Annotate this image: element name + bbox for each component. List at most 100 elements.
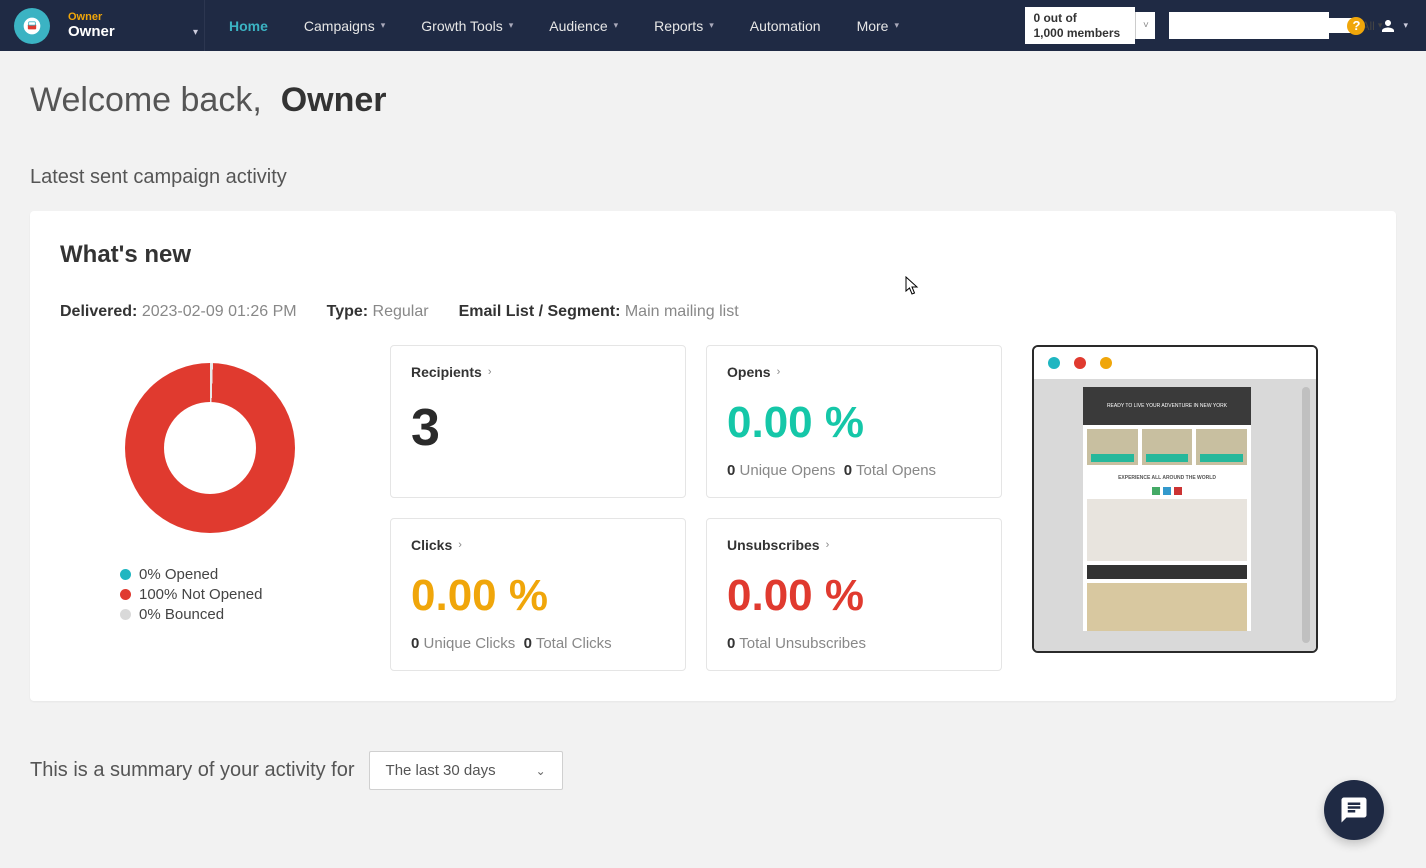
metric-label: Unsubscribes bbox=[727, 537, 820, 553]
preview-image-block bbox=[1087, 499, 1247, 561]
preview-titlebar bbox=[1034, 347, 1316, 379]
nav-label: Campaigns bbox=[304, 18, 375, 34]
legend-opened: 0% Opened bbox=[120, 566, 262, 583]
type-value: Regular bbox=[373, 303, 429, 320]
open-rate-chart: 0% Opened 100% Not Opened 0% Bounced bbox=[60, 345, 360, 626]
members-quota[interactable]: 0 out of 1,000 members bbox=[1025, 7, 1135, 44]
txt: Unique Clicks bbox=[424, 635, 516, 652]
chart-legend: 0% Opened 100% Not Opened 0% Bounced bbox=[60, 563, 262, 626]
swatch-teal bbox=[120, 569, 131, 580]
members-dropdown[interactable]: ˅ bbox=[1135, 12, 1155, 39]
swatch-grey bbox=[120, 609, 131, 620]
chevron-right-icon: › bbox=[458, 539, 462, 551]
account-switcher[interactable]: Owner Owner ▾ bbox=[68, 11, 198, 40]
chevron-down-icon: ▾ bbox=[709, 20, 714, 31]
nav-label: More bbox=[857, 18, 889, 34]
latest-activity-title: Latest sent campaign activity bbox=[30, 166, 1396, 189]
nav-more[interactable]: More ▾ bbox=[839, 0, 917, 51]
help-button[interactable]: ? bbox=[1347, 17, 1365, 35]
whats-new-title: What's new bbox=[60, 241, 1366, 269]
metric-label: Clicks bbox=[411, 537, 452, 553]
window-dot-teal bbox=[1048, 357, 1060, 369]
search-box[interactable]: All▾ bbox=[1169, 12, 1329, 39]
list-label: Email List / Segment: bbox=[459, 303, 621, 320]
nav-audience[interactable]: Audience▾ bbox=[531, 0, 636, 51]
summary-text: This is a summary of your activity for bbox=[30, 759, 355, 782]
preview-hero: READY TO LIVE YOUR ADVENTURE IN NEW YORK bbox=[1083, 387, 1251, 425]
txt: Unique Opens bbox=[740, 462, 836, 479]
legend-label: 0% Bounced bbox=[139, 606, 224, 623]
preview-scrollbar[interactable] bbox=[1302, 387, 1310, 643]
user-icon bbox=[1379, 17, 1397, 35]
chevron-down-icon: ▾ bbox=[1403, 20, 1408, 31]
swatch-red bbox=[120, 589, 131, 600]
members-line2: 1,000 members bbox=[1033, 26, 1127, 40]
type-meta: Type: Regular bbox=[327, 303, 429, 321]
legend-label: 0% Opened bbox=[139, 566, 218, 583]
metric-value: 0.00 % bbox=[727, 571, 981, 621]
chevron-right-icon: › bbox=[777, 366, 781, 378]
metric-head-clicks[interactable]: Clicks › bbox=[411, 537, 665, 553]
campaign-meta-row: Delivered: 2023-02-09 01:26 PM Type: Reg… bbox=[60, 303, 1366, 321]
help-icon: ? bbox=[1352, 18, 1360, 33]
num: 0 bbox=[411, 635, 419, 652]
campaign-preview[interactable]: READY TO LIVE YOUR ADVENTURE IN NEW YORK… bbox=[1032, 345, 1318, 653]
welcome-prefix: Welcome back, bbox=[30, 81, 262, 119]
chat-fab[interactable] bbox=[1324, 780, 1384, 840]
preview-body: READY TO LIVE YOUR ADVENTURE IN NEW YORK… bbox=[1034, 379, 1316, 651]
metric-head-unsubscribes[interactable]: Unsubscribes› bbox=[727, 537, 981, 553]
chat-icon bbox=[1339, 795, 1369, 825]
legend-label: 100% Not Opened bbox=[139, 586, 262, 603]
period-label: The last 30 days bbox=[386, 762, 496, 779]
metric-value: 0.00 % bbox=[727, 398, 981, 448]
top-navbar: Owner Owner ▾ Home Campaigns ▾ Growth Too… bbox=[0, 0, 1426, 51]
preview-page: READY TO LIVE YOUR ADVENTURE IN NEW YORK… bbox=[1083, 387, 1251, 631]
metric-subtext: 0 Unique Opens 0 Total Opens bbox=[727, 462, 981, 479]
window-dot-yellow bbox=[1100, 357, 1112, 369]
account-label-bottom: Owner bbox=[68, 23, 198, 40]
delivered-meta: Delivered: 2023-02-09 01:26 PM bbox=[60, 303, 297, 321]
window-dot-red bbox=[1074, 357, 1086, 369]
delivered-label: Delivered: bbox=[60, 303, 137, 320]
metric-head-recipients[interactable]: Recipients › bbox=[411, 364, 665, 380]
account-label-top: Owner bbox=[68, 11, 198, 23]
nav-automation[interactable]: Automation bbox=[732, 0, 839, 51]
period-select[interactable]: The last 30 days ⌄ bbox=[369, 751, 563, 790]
search-input[interactable] bbox=[1175, 18, 1357, 33]
user-menu[interactable]: ▾ bbox=[1379, 17, 1408, 35]
metrics-grid: Recipients › 3 Opens › 0.00 % 0 Unique Ope… bbox=[390, 345, 1002, 671]
nav-label: Automation bbox=[750, 18, 821, 34]
txt: Total Clicks bbox=[536, 635, 612, 652]
num: 0 bbox=[524, 635, 532, 652]
donut-hole bbox=[164, 402, 256, 494]
donut-chart bbox=[125, 363, 295, 533]
main-content: Welcome back, Owner Latest sent campaign… bbox=[0, 51, 1426, 790]
nav-campaigns[interactable]: Campaigns ▾ bbox=[286, 0, 403, 51]
welcome-heading: Welcome back, Owner bbox=[30, 81, 1396, 120]
preview-mid-heading: EXPERIENCE ALL AROUND THE WORLD bbox=[1083, 469, 1251, 487]
chevron-down-icon: ▾ bbox=[894, 20, 899, 31]
app-logo[interactable] bbox=[14, 8, 50, 44]
metric-label: Recipients bbox=[411, 364, 482, 380]
mascot-icon bbox=[22, 16, 42, 36]
nav-home[interactable]: Home bbox=[211, 0, 286, 51]
metric-opens: Opens › 0.00 % 0 Unique Opens 0 Total Ope… bbox=[706, 345, 1002, 498]
chevron-right-icon: › bbox=[488, 366, 492, 378]
metric-unsubscribes: Unsubscribes› 0.00 % 0 Total Unsubscribe… bbox=[706, 518, 1002, 671]
metric-recipients: Recipients › 3 bbox=[390, 345, 686, 498]
welcome-name: Owner bbox=[281, 81, 387, 119]
nav-reports[interactable]: Reports▾ bbox=[636, 0, 732, 51]
chevron-down-icon: ▾ bbox=[193, 27, 198, 38]
preview-dark-strip bbox=[1087, 565, 1247, 579]
metric-value: 3 bbox=[411, 398, 665, 458]
metric-value: 0.00 % bbox=[411, 571, 665, 621]
chevron-down-icon: ▾ bbox=[381, 20, 386, 31]
legend-not-opened: 100% Not Opened bbox=[120, 586, 262, 603]
metric-label: Opens bbox=[727, 364, 771, 380]
activity-summary-row: This is a summary of your activity for T… bbox=[30, 751, 1396, 790]
nav-label: Audience bbox=[549, 18, 607, 34]
nav-growth-tools[interactable]: Growth Tools▾ bbox=[403, 0, 531, 51]
metric-head-opens[interactable]: Opens › bbox=[727, 364, 981, 380]
metric-clicks: Clicks › 0.00 % 0 Unique Clicks 0 Total C… bbox=[390, 518, 686, 671]
preview-social-icons bbox=[1083, 487, 1251, 499]
